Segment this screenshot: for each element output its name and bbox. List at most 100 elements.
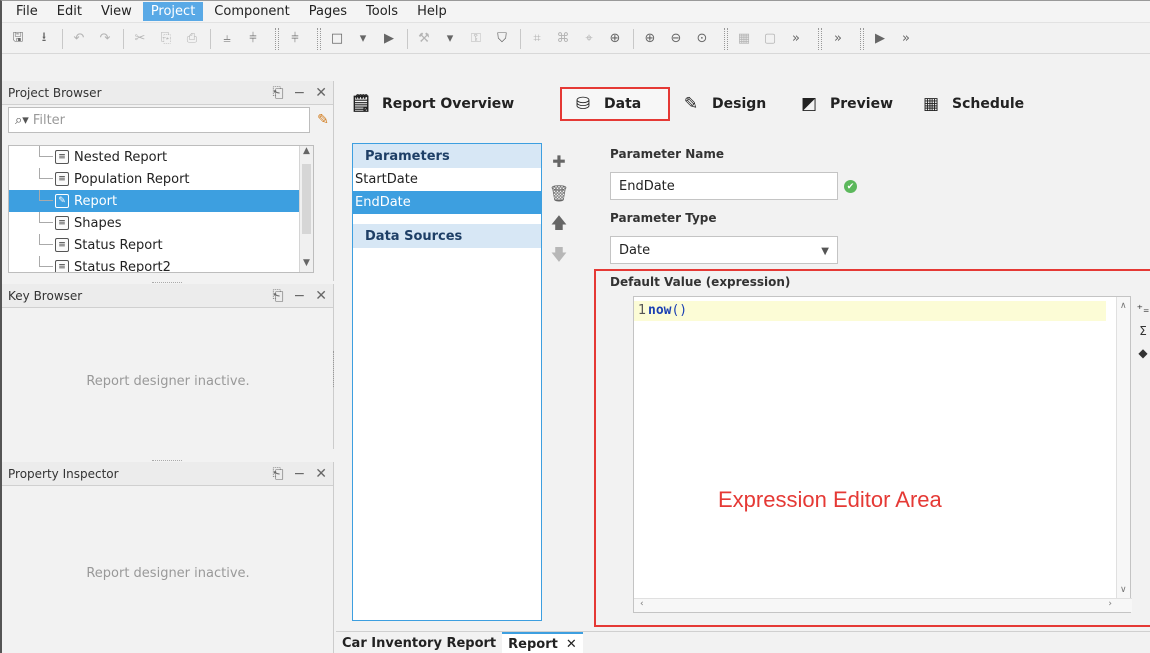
- tree-connector: [39, 234, 53, 245]
- tab-design[interactable]: ✎ Design: [670, 87, 788, 121]
- save-icon[interactable]: 🖫: [8, 29, 28, 49]
- scroll-up-icon[interactable]: ▲: [300, 146, 313, 160]
- tree-item[interactable]: ✎ Report: [9, 190, 313, 212]
- dropdown-icon[interactable]: ▾: [353, 29, 373, 49]
- paste-icon[interactable]: ⎙: [182, 29, 202, 49]
- function-sigma-icon[interactable]: Σ: [1134, 321, 1150, 341]
- menu-view[interactable]: View: [93, 2, 140, 21]
- data-sources-header[interactable]: Data Sources: [353, 224, 541, 248]
- document-tab[interactable]: Car Inventory Report: [336, 632, 502, 653]
- import-icon[interactable]: ⭳: [34, 29, 54, 49]
- float-icon[interactable]: ⎗: [272, 466, 283, 482]
- tree-item-label: Status Report: [74, 237, 163, 253]
- toolbar-grip[interactable]: [860, 27, 864, 50]
- splitter-grip[interactable]: [152, 282, 182, 283]
- menu-help[interactable]: Help: [409, 2, 455, 21]
- copy-icon[interactable]: ⎘: [156, 29, 176, 49]
- close-icon[interactable]: ✕: [315, 85, 327, 101]
- minimize-icon[interactable]: −: [294, 288, 306, 304]
- align-icon[interactable]: ⫨: [217, 29, 237, 49]
- tab-report-overview[interactable]: 🗒 Report Overview: [340, 87, 550, 121]
- ungroup-icon[interactable]: ⌘: [553, 29, 573, 49]
- play-icon[interactable]: ▶: [379, 29, 399, 49]
- tree-scrollbar[interactable]: ▲ ▼: [299, 146, 313, 272]
- close-icon[interactable]: ✕: [315, 466, 327, 482]
- tree-item[interactable]: ≡ Nested Report: [9, 146, 313, 168]
- distribute-icon[interactable]: ⫩: [243, 29, 263, 49]
- move-down-icon[interactable]: 🡇: [544, 242, 574, 272]
- key-icon[interactable]: ⚿: [466, 29, 486, 49]
- parameter-item[interactable]: EndDate: [353, 191, 541, 214]
- toolbar-grip[interactable]: [275, 27, 279, 50]
- snap-icon[interactable]: ▦: [734, 29, 754, 49]
- zoom-in-icon[interactable]: ⊕: [640, 29, 660, 49]
- scroll-right-icon[interactable]: ›: [1108, 599, 1112, 609]
- scroll-down-icon[interactable]: ▼: [300, 258, 313, 272]
- close-icon[interactable]: ✕: [315, 288, 327, 304]
- close-icon[interactable]: ✕: [566, 637, 577, 652]
- add-icon[interactable]: ✚: [544, 146, 574, 176]
- scroll-up-icon[interactable]: ∧: [1120, 301, 1127, 311]
- group-icon[interactable]: ⌗: [527, 29, 547, 49]
- wrench-icon[interactable]: ⚒: [414, 29, 434, 49]
- expression-editor[interactable]: 1 now() ∧ ∨ ‹ ›: [633, 296, 1132, 613]
- anchor-icon[interactable]: ⊕: [605, 29, 625, 49]
- document-tab[interactable]: Report ✕: [502, 632, 583, 653]
- menu-tools[interactable]: Tools: [358, 2, 406, 21]
- editor-horizontal-scrollbar[interactable]: ‹ ›: [634, 598, 1132, 612]
- toolbar-grip[interactable]: [724, 27, 728, 50]
- tag-icon[interactable]: ◆: [1134, 343, 1150, 363]
- menu-project[interactable]: Project: [142, 2, 204, 21]
- tree-item[interactable]: ≡ Status Report2: [9, 256, 313, 272]
- delete-icon[interactable]: 🗑: [544, 178, 574, 208]
- tab-data[interactable]: ⛁ Data: [560, 87, 670, 121]
- zoom-out-icon[interactable]: ⊖: [666, 29, 686, 49]
- shield-icon[interactable]: ⛉: [492, 29, 512, 49]
- zoom-reset-icon[interactable]: ⊙: [692, 29, 712, 49]
- window-icon[interactable]: □: [327, 29, 347, 49]
- expression-code[interactable]: now(): [648, 303, 687, 318]
- overflow-icon[interactable]: »: [828, 29, 848, 49]
- parameter-item[interactable]: StartDate: [353, 168, 541, 191]
- scroll-thumb[interactable]: [302, 164, 311, 234]
- menu-file[interactable]: File: [8, 2, 46, 21]
- dropdown-icon[interactable]: ▾: [440, 29, 460, 49]
- align-left-icon[interactable]: ⫩: [285, 29, 305, 49]
- menu-pages[interactable]: Pages: [301, 2, 355, 21]
- redo-icon[interactable]: ↷: [95, 29, 115, 49]
- cut-icon[interactable]: ✂: [130, 29, 150, 49]
- undo-icon[interactable]: ↶: [69, 29, 89, 49]
- toolbar-grip[interactable]: [317, 27, 321, 50]
- tab-preview[interactable]: ◩ Preview: [788, 87, 910, 121]
- run-icon[interactable]: ▶: [870, 29, 890, 49]
- report-icon: ≡: [55, 216, 69, 230]
- tab-schedule[interactable]: ▦ Schedule: [910, 87, 1040, 121]
- tree-item[interactable]: ≡ Population Report: [9, 168, 313, 190]
- editor-vertical-scrollbar[interactable]: ∧ ∨: [1116, 297, 1130, 599]
- tree-item[interactable]: ≡ Status Report: [9, 234, 313, 256]
- scroll-left-icon[interactable]: ‹: [640, 599, 644, 609]
- splitter-grip[interactable]: [152, 460, 182, 461]
- move-up-icon[interactable]: 🡅: [544, 210, 574, 240]
- scroll-down-icon[interactable]: ∨: [1120, 585, 1127, 595]
- layout-icon[interactable]: ⌖: [579, 29, 599, 49]
- frame-icon[interactable]: ▢: [760, 29, 780, 49]
- menu-edit[interactable]: Edit: [49, 2, 90, 21]
- float-icon[interactable]: ⎗: [272, 85, 283, 101]
- toolbar-grip[interactable]: [818, 27, 822, 50]
- minimize-icon[interactable]: −: [294, 85, 306, 101]
- edit-filter-icon[interactable]: ✎: [314, 107, 332, 133]
- overflow-icon[interactable]: »: [896, 29, 916, 49]
- toolbar-separator: [210, 28, 211, 49]
- insert-operator-icon[interactable]: ⁺₌: [1134, 299, 1150, 319]
- menu-component[interactable]: Component: [206, 2, 297, 21]
- document-tab-label: Car Inventory Report: [342, 635, 497, 651]
- overflow-icon[interactable]: »: [786, 29, 806, 49]
- minimize-icon[interactable]: −: [294, 466, 306, 482]
- parameter-type-select[interactable]: Date ▼: [610, 236, 838, 264]
- tree-item-label: Report: [74, 193, 118, 209]
- parameter-name-input[interactable]: EndDate: [610, 172, 838, 200]
- filter-input[interactable]: ⌕▾ Filter: [8, 107, 310, 133]
- tree-item[interactable]: ≡ Shapes: [9, 212, 313, 234]
- float-icon[interactable]: ⎗: [272, 288, 283, 304]
